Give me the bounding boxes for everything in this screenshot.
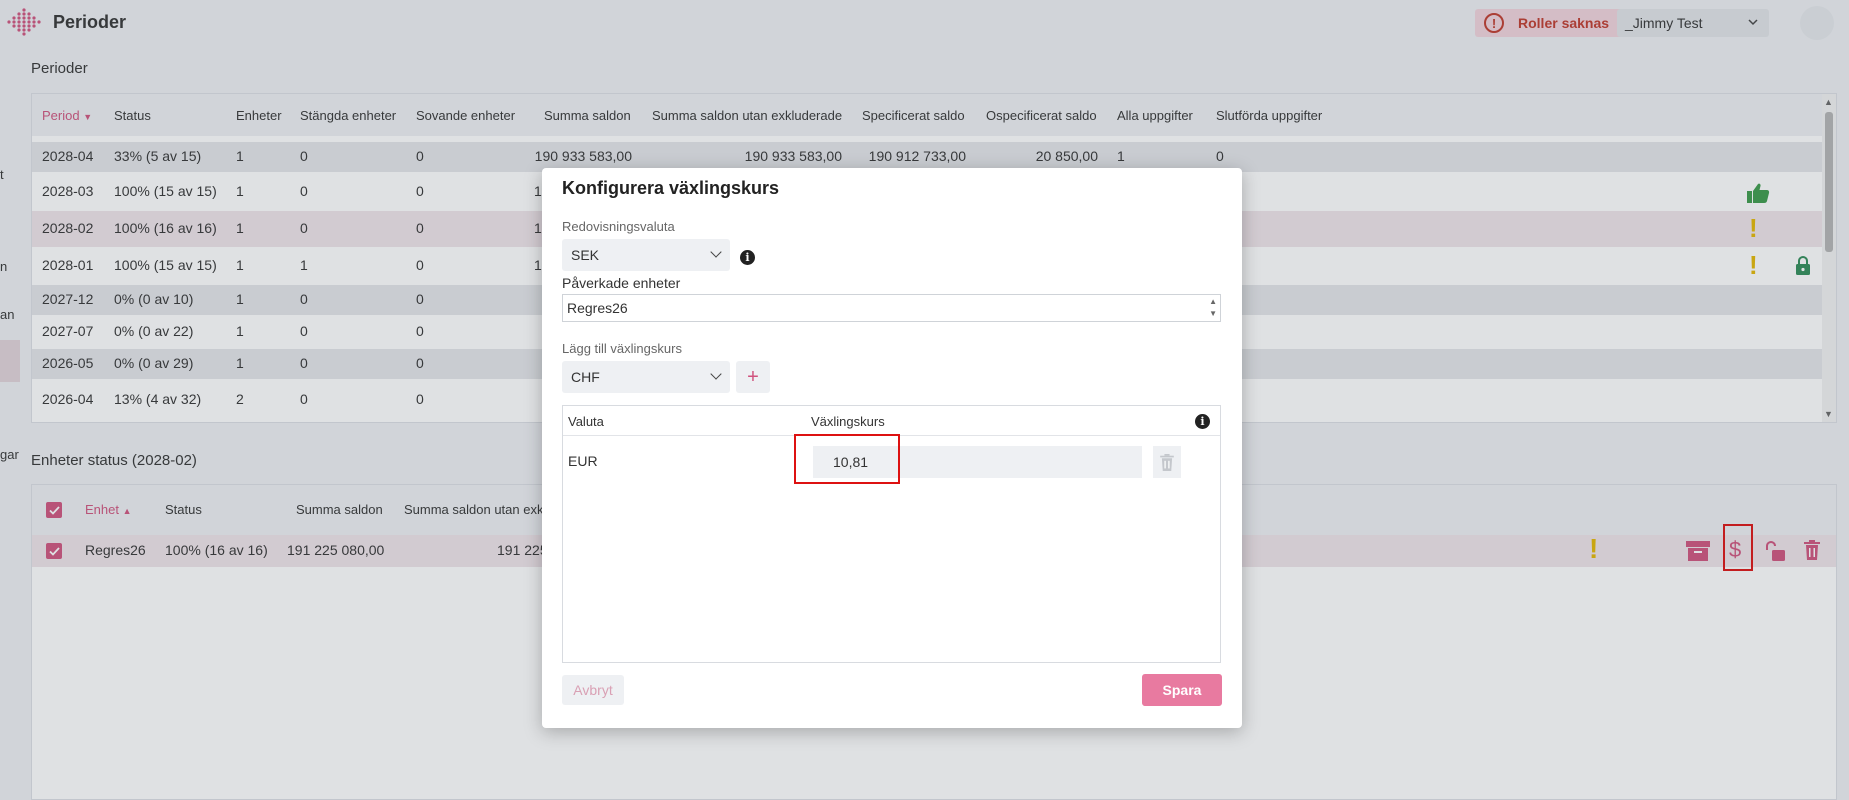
- add-rate-label: Lägg till växlingskurs: [562, 341, 682, 356]
- affected-units-field[interactable]: Regres26 ▲ ▼: [562, 294, 1221, 322]
- affected-units-label: Påverkade enheter: [562, 275, 681, 291]
- chevron-down-icon: [710, 246, 722, 258]
- reporting-currency-label: Redovisningsvaluta: [562, 219, 675, 234]
- save-button[interactable]: Spara: [1142, 674, 1222, 706]
- chevron-down-icon: [710, 368, 722, 380]
- add-rate-button[interactable]: +: [736, 361, 770, 393]
- spin-arrows-icon[interactable]: ▲ ▼: [1209, 296, 1217, 320]
- cancel-button[interactable]: Avbryt: [562, 675, 624, 705]
- delete-rate-button[interactable]: [1153, 446, 1181, 478]
- rate-table-header: Valuta Växlingskurs i: [563, 406, 1220, 436]
- dialog-title: Konfigurera växlingskurs: [562, 178, 780, 198]
- column-header-currency: Valuta: [568, 414, 604, 429]
- add-currency-select[interactable]: CHF: [562, 361, 730, 393]
- info-icon[interactable]: i: [1195, 414, 1210, 429]
- rate-row-currency: EUR: [568, 453, 598, 469]
- trash-icon: [1160, 453, 1174, 471]
- column-header-rate: Växlingskurs: [811, 414, 885, 429]
- reporting-currency-select[interactable]: SEK: [562, 239, 730, 271]
- highlight-outline: [794, 434, 900, 484]
- info-icon[interactable]: i: [740, 250, 755, 265]
- exchange-rate-dialog: Konfigurera växlingskurs Redovisningsval…: [542, 168, 1242, 728]
